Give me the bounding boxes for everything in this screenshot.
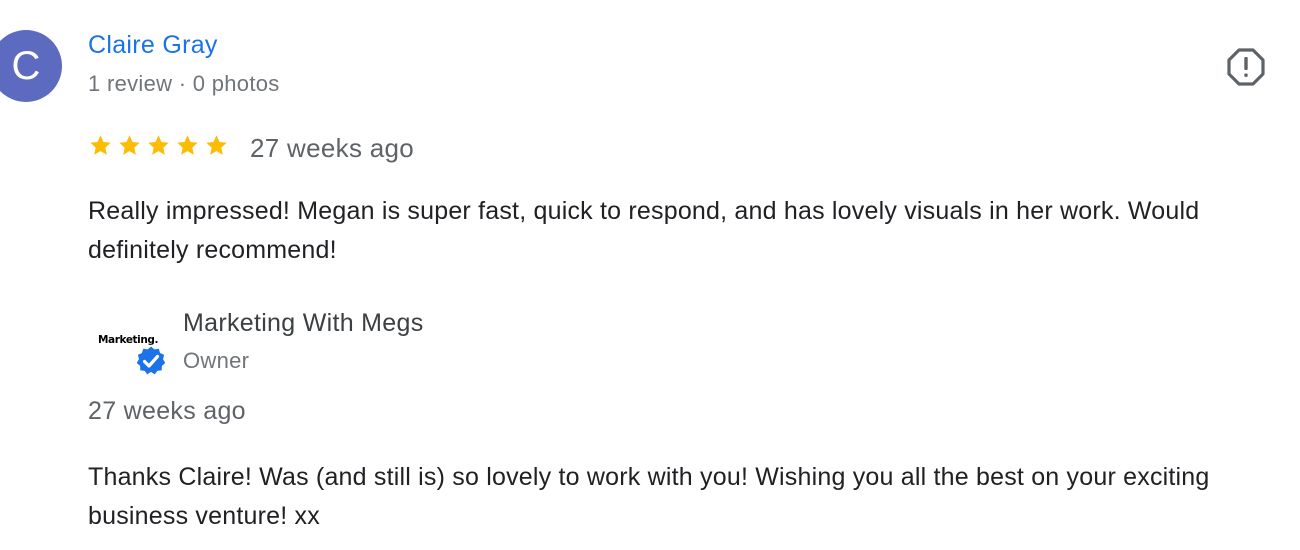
star-icon	[90, 135, 111, 155]
report-flag-icon	[1227, 48, 1265, 86]
verified-check-icon	[134, 344, 168, 377]
star-icon	[119, 135, 140, 155]
owner-logo[interactable]: Marketing.	[96, 318, 170, 378]
response-text: Thanks Claire! Was (and still is) so lov…	[88, 463, 1210, 530]
reviewer-meta: 1 review · 0 photos	[88, 71, 280, 96]
owner-role: Owner	[183, 348, 250, 373]
star-rating	[88, 133, 229, 163]
review-text: Really impressed! Megan is super fast, q…	[88, 197, 1200, 264]
star-icon	[206, 135, 227, 155]
report-review-button[interactable]	[1226, 47, 1266, 87]
star-icon	[177, 135, 198, 155]
reviewer-avatar[interactable]: C	[0, 30, 62, 102]
reviewer-name-link[interactable]: Claire Gray	[88, 31, 218, 60]
star-icon	[148, 135, 169, 155]
review-date: 27 weeks ago	[250, 133, 415, 163]
response-date: 27 weeks ago	[88, 397, 246, 425]
owner-name: Marketing With Megs	[183, 309, 424, 337]
